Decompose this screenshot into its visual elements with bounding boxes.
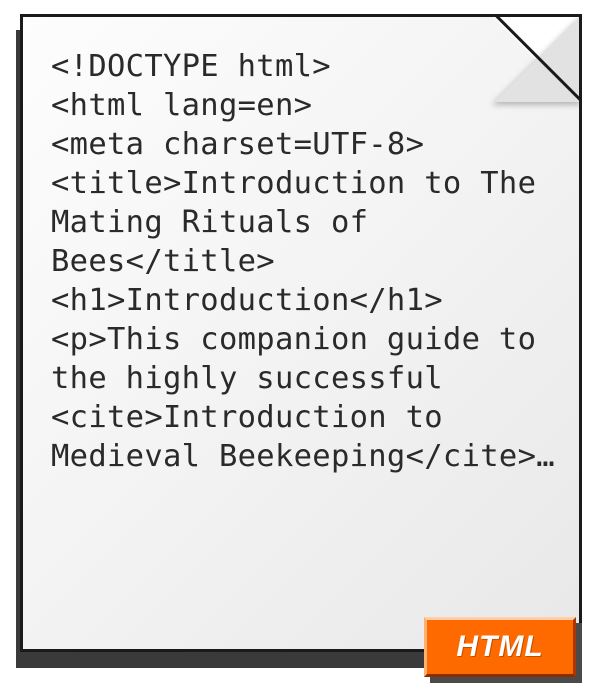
html-badge: HTML <box>424 617 582 683</box>
document-page: <!DOCTYPE html> <html lang=en> <meta cha… <box>20 14 582 652</box>
code-content: <!DOCTYPE html> <html lang=en> <meta cha… <box>51 47 559 476</box>
badge-label: HTML <box>456 630 543 664</box>
page-fold-corner <box>490 14 582 106</box>
